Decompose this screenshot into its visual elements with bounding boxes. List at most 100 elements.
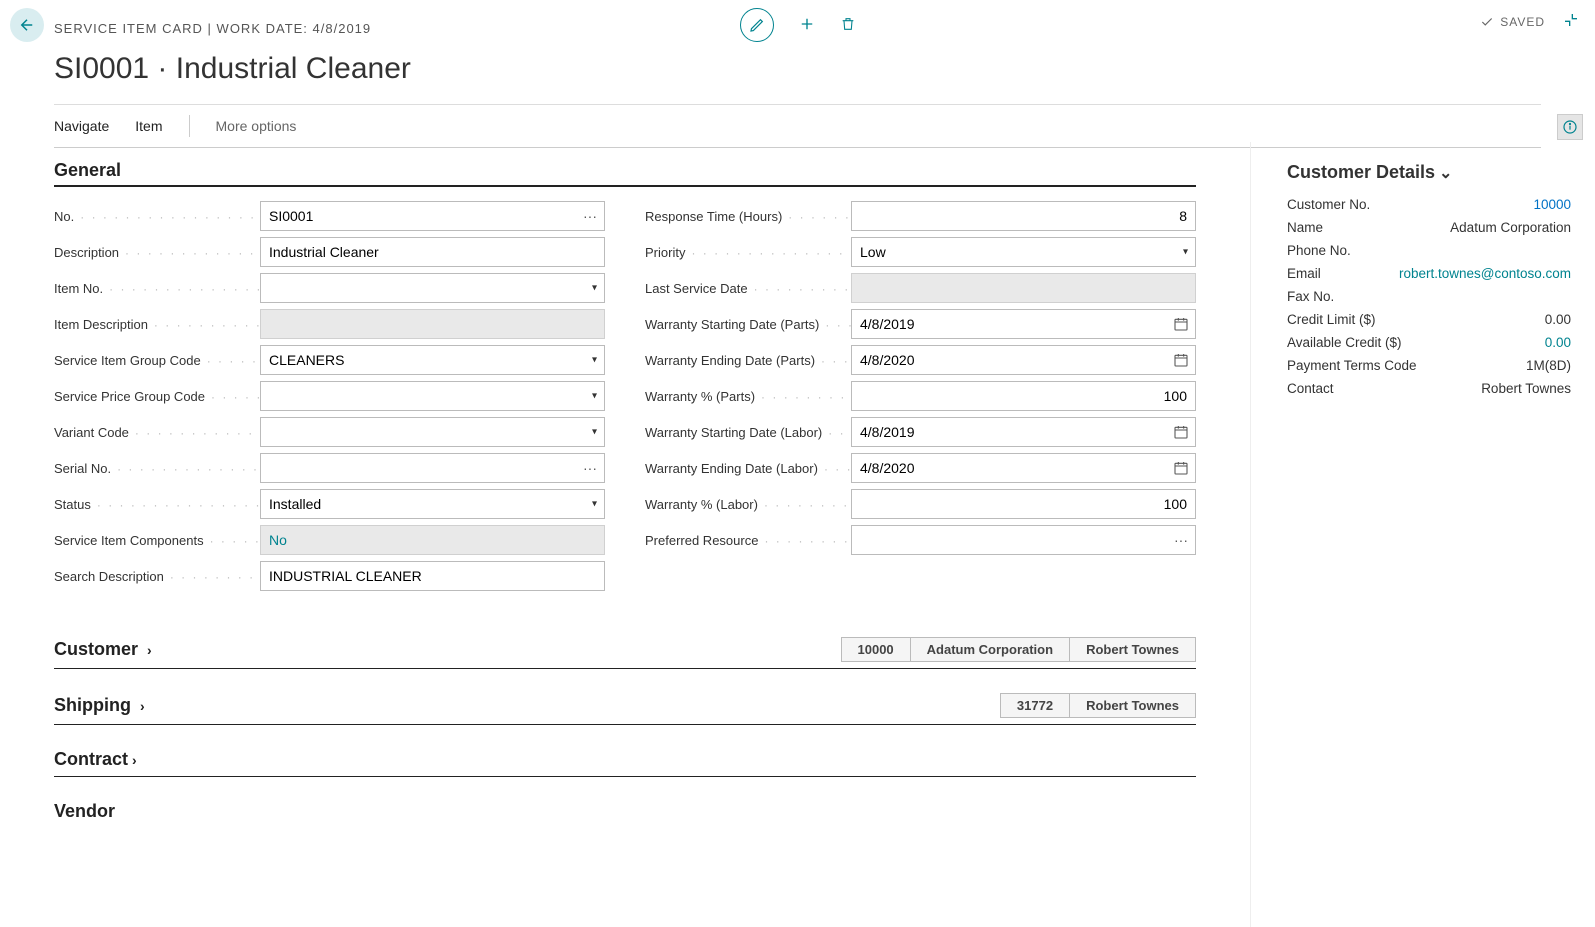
label-group: Service Item Group Code — [54, 353, 260, 368]
customer-pill-name[interactable]: Adatum Corporation — [911, 637, 1070, 662]
field-wpl[interactable] — [851, 489, 1196, 519]
label-wsp: Warranty Starting Date (Parts) — [645, 317, 851, 332]
label-priority: Priority — [645, 245, 851, 260]
label-wep: Warranty Ending Date (Parts) — [645, 353, 851, 368]
label-response: Response Time (Hours) — [645, 209, 851, 224]
section-vendor[interactable]: Vendor — [54, 801, 1196, 828]
action-item[interactable]: Item — [135, 118, 162, 134]
cd-label-credit: Credit Limit ($) — [1287, 312, 1376, 327]
customer-pill-contact[interactable]: Robert Townes — [1070, 637, 1196, 662]
collapse-button[interactable] — [1563, 12, 1579, 31]
field-last-service — [851, 273, 1196, 303]
section-general-title[interactable]: General — [54, 160, 1196, 187]
label-wel: Warranty Ending Date (Labor) — [645, 461, 851, 476]
field-wel[interactable] — [851, 453, 1196, 483]
edit-button[interactable] — [740, 8, 774, 42]
section-customer[interactable]: Customer › 10000 Adatum Corporation Robe… — [54, 637, 1196, 669]
section-general-label: General — [54, 160, 121, 181]
label-status: Status — [54, 497, 260, 512]
cd-label-customer-no: Customer No. — [1287, 197, 1370, 212]
section-shipping[interactable]: Shipping › 31772 Robert Townes — [54, 693, 1196, 725]
label-description: Description — [54, 245, 260, 260]
label-wpp: Warranty % (Parts) — [645, 389, 851, 404]
cd-value-customer-no[interactable]: 10000 — [1533, 197, 1571, 212]
cd-label-contact: Contact — [1287, 381, 1334, 396]
cd-value-contact: Robert Townes — [1481, 381, 1571, 396]
field-price-group[interactable] — [260, 381, 605, 411]
delete-button[interactable] — [840, 15, 856, 36]
chevron-down-icon: ⌄ — [1439, 163, 1452, 183]
action-separator — [189, 115, 190, 137]
field-priority[interactable]: Low — [851, 237, 1196, 267]
label-wpl: Warranty % (Labor) — [645, 497, 851, 512]
action-more-options[interactable]: More options — [216, 118, 297, 134]
page-title: SI0001 · Industrial Cleaner — [0, 48, 1595, 104]
section-contract[interactable]: Contract › — [54, 749, 1196, 777]
cd-label-fax: Fax No. — [1287, 289, 1334, 304]
label-wsl: Warranty Starting Date (Labor) — [645, 425, 851, 440]
pencil-icon — [749, 17, 765, 33]
factbox-toggle[interactable] — [1557, 114, 1583, 140]
field-wsp[interactable] — [851, 309, 1196, 339]
breadcrumb: SERVICE ITEM CARD | WORK DATE: 4/8/2019 — [54, 21, 371, 36]
info-icon — [1562, 119, 1578, 135]
field-no[interactable] — [260, 201, 605, 231]
assist-no[interactable]: ··· — [577, 203, 603, 229]
field-wpp[interactable] — [851, 381, 1196, 411]
cd-label-terms: Payment Terms Code — [1287, 358, 1417, 373]
field-item-no[interactable] — [260, 273, 605, 303]
section-contract-label: Contract — [54, 749, 128, 770]
calendar-icon[interactable] — [1170, 421, 1192, 443]
chevron-right-icon: › — [140, 698, 145, 714]
shipping-pill-code[interactable]: 31772 — [1000, 693, 1070, 718]
cd-value-terms: 1M(8D) — [1526, 358, 1571, 373]
check-icon — [1480, 15, 1494, 29]
section-vendor-label: Vendor — [54, 801, 115, 822]
label-no: No. — [54, 209, 260, 224]
field-description[interactable] — [260, 237, 605, 267]
label-serial: Serial No. — [54, 461, 260, 476]
saved-label: SAVED — [1500, 15, 1545, 29]
field-serial[interactable] — [260, 453, 605, 483]
field-variant[interactable] — [260, 417, 605, 447]
field-components[interactable] — [260, 525, 605, 555]
factbox-title-label: Customer Details — [1287, 162, 1435, 183]
calendar-icon[interactable] — [1170, 313, 1192, 335]
field-response[interactable] — [851, 201, 1196, 231]
assist-pref[interactable]: ··· — [1168, 527, 1194, 553]
section-customer-label: Customer — [54, 639, 138, 659]
calendar-icon[interactable] — [1170, 457, 1192, 479]
cd-label-avail: Available Credit ($) — [1287, 335, 1402, 350]
back-button[interactable] — [10, 8, 44, 42]
calendar-icon[interactable] — [1170, 349, 1192, 371]
label-item-desc: Item Description — [54, 317, 260, 332]
chevron-right-icon: › — [147, 642, 152, 658]
shipping-pill-contact[interactable]: Robert Townes — [1070, 693, 1196, 718]
chevron-right-icon: › — [132, 752, 137, 768]
trash-icon — [840, 15, 856, 33]
factbox-customer-details-title[interactable]: Customer Details ⌄ — [1287, 162, 1571, 183]
label-price-group: Service Price Group Code — [54, 389, 260, 404]
field-group[interactable] — [260, 345, 605, 375]
field-wsl[interactable] — [851, 417, 1196, 447]
cd-label-name: Name — [1287, 220, 1323, 235]
label-last-service: Last Service Date — [645, 281, 851, 296]
field-wep[interactable] — [851, 345, 1196, 375]
field-item-desc — [260, 309, 605, 339]
label-components: Service Item Components — [54, 533, 260, 548]
new-button[interactable] — [798, 15, 816, 36]
cd-label-email: Email — [1287, 266, 1321, 281]
cd-value-name: Adatum Corporation — [1450, 220, 1571, 235]
cd-value-credit: 0.00 — [1545, 312, 1571, 327]
customer-pill-no[interactable]: 10000 — [841, 637, 911, 662]
field-status[interactable]: Installed — [260, 489, 605, 519]
label-pref: Preferred Resource — [645, 533, 851, 548]
action-navigate[interactable]: Navigate — [54, 118, 109, 134]
cd-value-avail[interactable]: 0.00 — [1545, 335, 1571, 350]
field-search[interactable] — [260, 561, 605, 591]
cd-value-email[interactable]: robert.townes@contoso.com — [1399, 266, 1571, 281]
section-shipping-label: Shipping — [54, 695, 131, 715]
field-pref[interactable] — [851, 525, 1196, 555]
assist-serial[interactable]: ··· — [577, 455, 603, 481]
plus-icon — [798, 15, 816, 33]
